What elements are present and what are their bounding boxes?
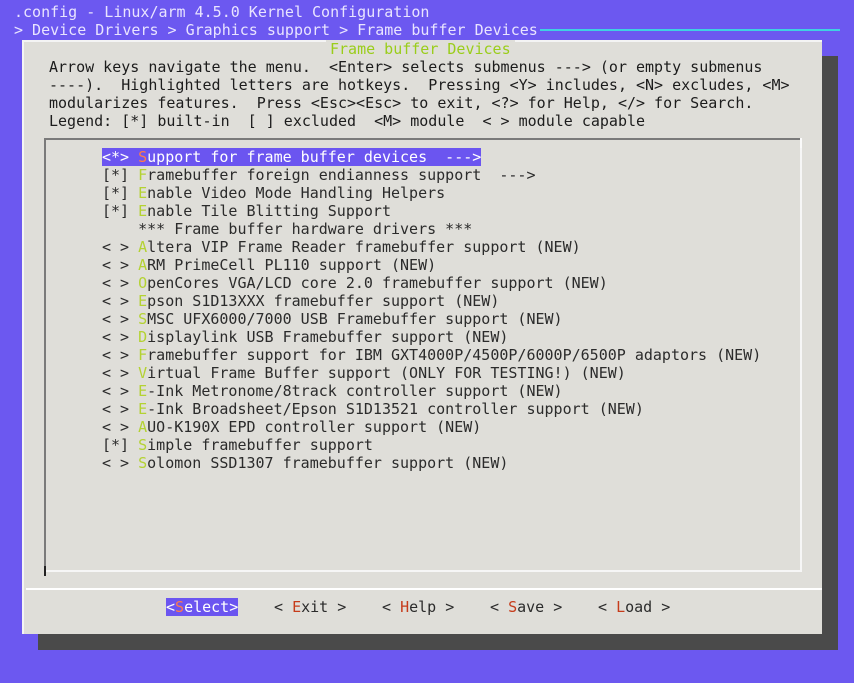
help-line: ----). Highlighted letters are hotkeys. … — [49, 76, 790, 94]
menu-item-label: Solomon SSD1307 framebuffer support (NEW… — [138, 454, 509, 472]
menu-item-hotkey: E — [138, 292, 148, 310]
menu-item-label: *** Frame buffer hardware drivers *** — [138, 220, 473, 238]
menu-item-label: Simple framebuffer support — [138, 436, 373, 454]
menu-item[interactable]: [*] Enable Video Mode Handling Helpers — [102, 184, 445, 202]
menu-item-state: < > — [102, 238, 130, 256]
menu-item[interactable]: [*] Enable Tile Blitting Support — [102, 202, 391, 220]
menu-item[interactable]: < > E-Ink Metronome/8track controller su… — [102, 382, 563, 400]
dialog-shadow-bottom — [38, 634, 838, 650]
menu-item-hotkey: A — [138, 418, 148, 436]
menu-item[interactable]: < > E-Ink Broadsheet/Epson S1D13521 cont… — [102, 400, 644, 418]
button-hotkey: S — [175, 598, 185, 616]
menu-item-state: <*> — [102, 148, 130, 166]
menu-item-selected[interactable]: <*> Support for frame buffer devices ---… — [102, 148, 482, 166]
menu-item-hotkey: S — [138, 436, 148, 454]
menu-item-hotkey: D — [138, 328, 148, 346]
menu-item-hotkey: V — [138, 364, 148, 382]
menu-item-label: Framebuffer foreign endianness support -… — [138, 166, 536, 184]
menu-item-hotkey: S — [138, 454, 148, 472]
dialog-title: Frame buffer Devices — [326, 40, 515, 58]
menu-item-hotkey: E — [138, 382, 148, 400]
menu-item-hotkey: F — [138, 166, 148, 184]
menu-item-state: [*] — [102, 184, 130, 202]
menu-item-state: < > — [102, 310, 130, 328]
menu-item[interactable]: < > Epson S1D13XXX framebuffer support (… — [102, 292, 499, 310]
save-button[interactable]: < Save > — [490, 598, 562, 616]
menu-item[interactable]: < > OpenCores VGA/LCD core 2.0 framebuff… — [102, 274, 608, 292]
button-hotkey: E — [292, 598, 302, 616]
menu-item-label: Virtual Frame Buffer support (ONLY FOR T… — [138, 364, 626, 382]
menu-item-state: < > — [102, 418, 130, 436]
menu-item-label: E-Ink Broadsheet/Epson S1D13521 controll… — [138, 400, 644, 418]
help-line: modularizes features. Press <Esc><Esc> t… — [49, 94, 754, 112]
menu-item-hotkey: E — [138, 202, 148, 220]
breadcrumb: > Device Drivers > Graphics support > Fr… — [14, 21, 538, 39]
menu-item-state: < > — [102, 364, 130, 382]
menu-item[interactable]: [*] Framebuffer foreign endianness suppo… — [102, 166, 535, 184]
menu-item-label: Enable Video Mode Handling Helpers — [138, 184, 446, 202]
button-hotkey: H — [400, 598, 410, 616]
load-button[interactable]: < Load > — [598, 598, 670, 616]
menu-item-state: < > — [102, 256, 130, 274]
menu-corner-mark — [44, 566, 46, 576]
menu-item[interactable]: < > Altera VIP Frame Reader framebuffer … — [102, 238, 581, 256]
menu-item-state: [*] — [102, 166, 130, 184]
menu-item-hotkey: E — [138, 400, 148, 418]
menu-item[interactable]: < > Solomon SSD1307 framebuffer support … — [102, 454, 508, 472]
menu-item[interactable]: < > ARM PrimeCell PL110 support (NEW) — [102, 256, 436, 274]
menu-item-state: < > — [102, 274, 130, 292]
menu-item-state — [102, 220, 129, 238]
menu-item[interactable]: < > AUO-K190X EPD controller support (NE… — [102, 418, 481, 436]
menu-item-label: ARM PrimeCell PL110 support (NEW) — [138, 256, 437, 274]
menu-item-label: Support for frame buffer devices ---> — [129, 148, 482, 166]
button-hotkey: S — [508, 598, 518, 616]
menu-item-label: Framebuffer support for IBM GXT4000P/450… — [138, 346, 762, 364]
dialog: Frame buffer Devices Arrow keys navigate… — [22, 40, 822, 634]
menu-item-label: OpenCores VGA/LCD core 2.0 framebuffer s… — [138, 274, 608, 292]
select-button[interactable]: <Select> — [166, 598, 239, 616]
menu-item-state: < > — [102, 346, 130, 364]
menu-item-hotkey: A — [138, 238, 148, 256]
menu-item[interactable]: < > SMSC UFX6000/7000 USB Framebuffer su… — [102, 310, 563, 328]
menu-item-hotkey: E — [138, 184, 148, 202]
menu-item[interactable]: < > Displaylink USB Framebuffer support … — [102, 328, 508, 346]
menu-item[interactable]: [*] Simple framebuffer support — [102, 436, 373, 454]
help-legend: Legend: [*] built-in [ ] excluded <M> mo… — [49, 112, 646, 130]
menu-item-state: < > — [102, 292, 130, 310]
menu-item-label: Epson S1D13XXX framebuffer support (NEW) — [138, 292, 500, 310]
menu-item-label: Displaylink USB Framebuffer support (NEW… — [138, 328, 509, 346]
help-line: Arrow keys navigate the menu. <Enter> se… — [49, 58, 763, 76]
menu-item-hotkey: S — [138, 148, 148, 166]
menu-item-label: E-Ink Metronome/8track controller suppor… — [138, 382, 563, 400]
menu-item-hotkey: S — [138, 310, 148, 328]
menu-item-hotkey: O — [138, 274, 148, 292]
menu-item-state: < > — [102, 400, 130, 418]
button-separator — [26, 588, 822, 590]
button-hotkey: L — [616, 598, 626, 616]
menu-item-state: < > — [102, 328, 130, 346]
menu-item-label: Altera VIP Frame Reader framebuffer supp… — [138, 238, 581, 256]
menu-item-label: Enable Tile Blitting Support — [138, 202, 391, 220]
menu-item-label: SMSC UFX6000/7000 USB Framebuffer suppor… — [138, 310, 563, 328]
help-button[interactable]: < Help > — [382, 598, 454, 616]
title-rule — [540, 29, 840, 31]
window-title: .config - Linux/arm 4.5.0 Kernel Configu… — [14, 3, 430, 21]
menu-item[interactable]: < > Virtual Frame Buffer support (ONLY F… — [102, 364, 626, 382]
menu-item-hotkey: A — [138, 256, 148, 274]
menu-item[interactable]: < > Framebuffer support for IBM GXT4000P… — [102, 346, 761, 364]
dialog-shadow-right — [822, 56, 838, 650]
menu-corner-mark — [800, 138, 802, 148]
menu-item-state: [*] — [102, 436, 130, 454]
menu-item-hotkey: F — [138, 346, 148, 364]
menu-item-state: [*] — [102, 202, 130, 220]
menu-item[interactable]: *** Frame buffer hardware drivers *** — [102, 220, 472, 238]
exit-button[interactable]: < Exit > — [274, 598, 346, 616]
menu-item-state: < > — [102, 454, 130, 472]
menu-item-state: < > — [102, 382, 130, 400]
menu-item-label: AUO-K190X EPD controller support (NEW) — [138, 418, 482, 436]
